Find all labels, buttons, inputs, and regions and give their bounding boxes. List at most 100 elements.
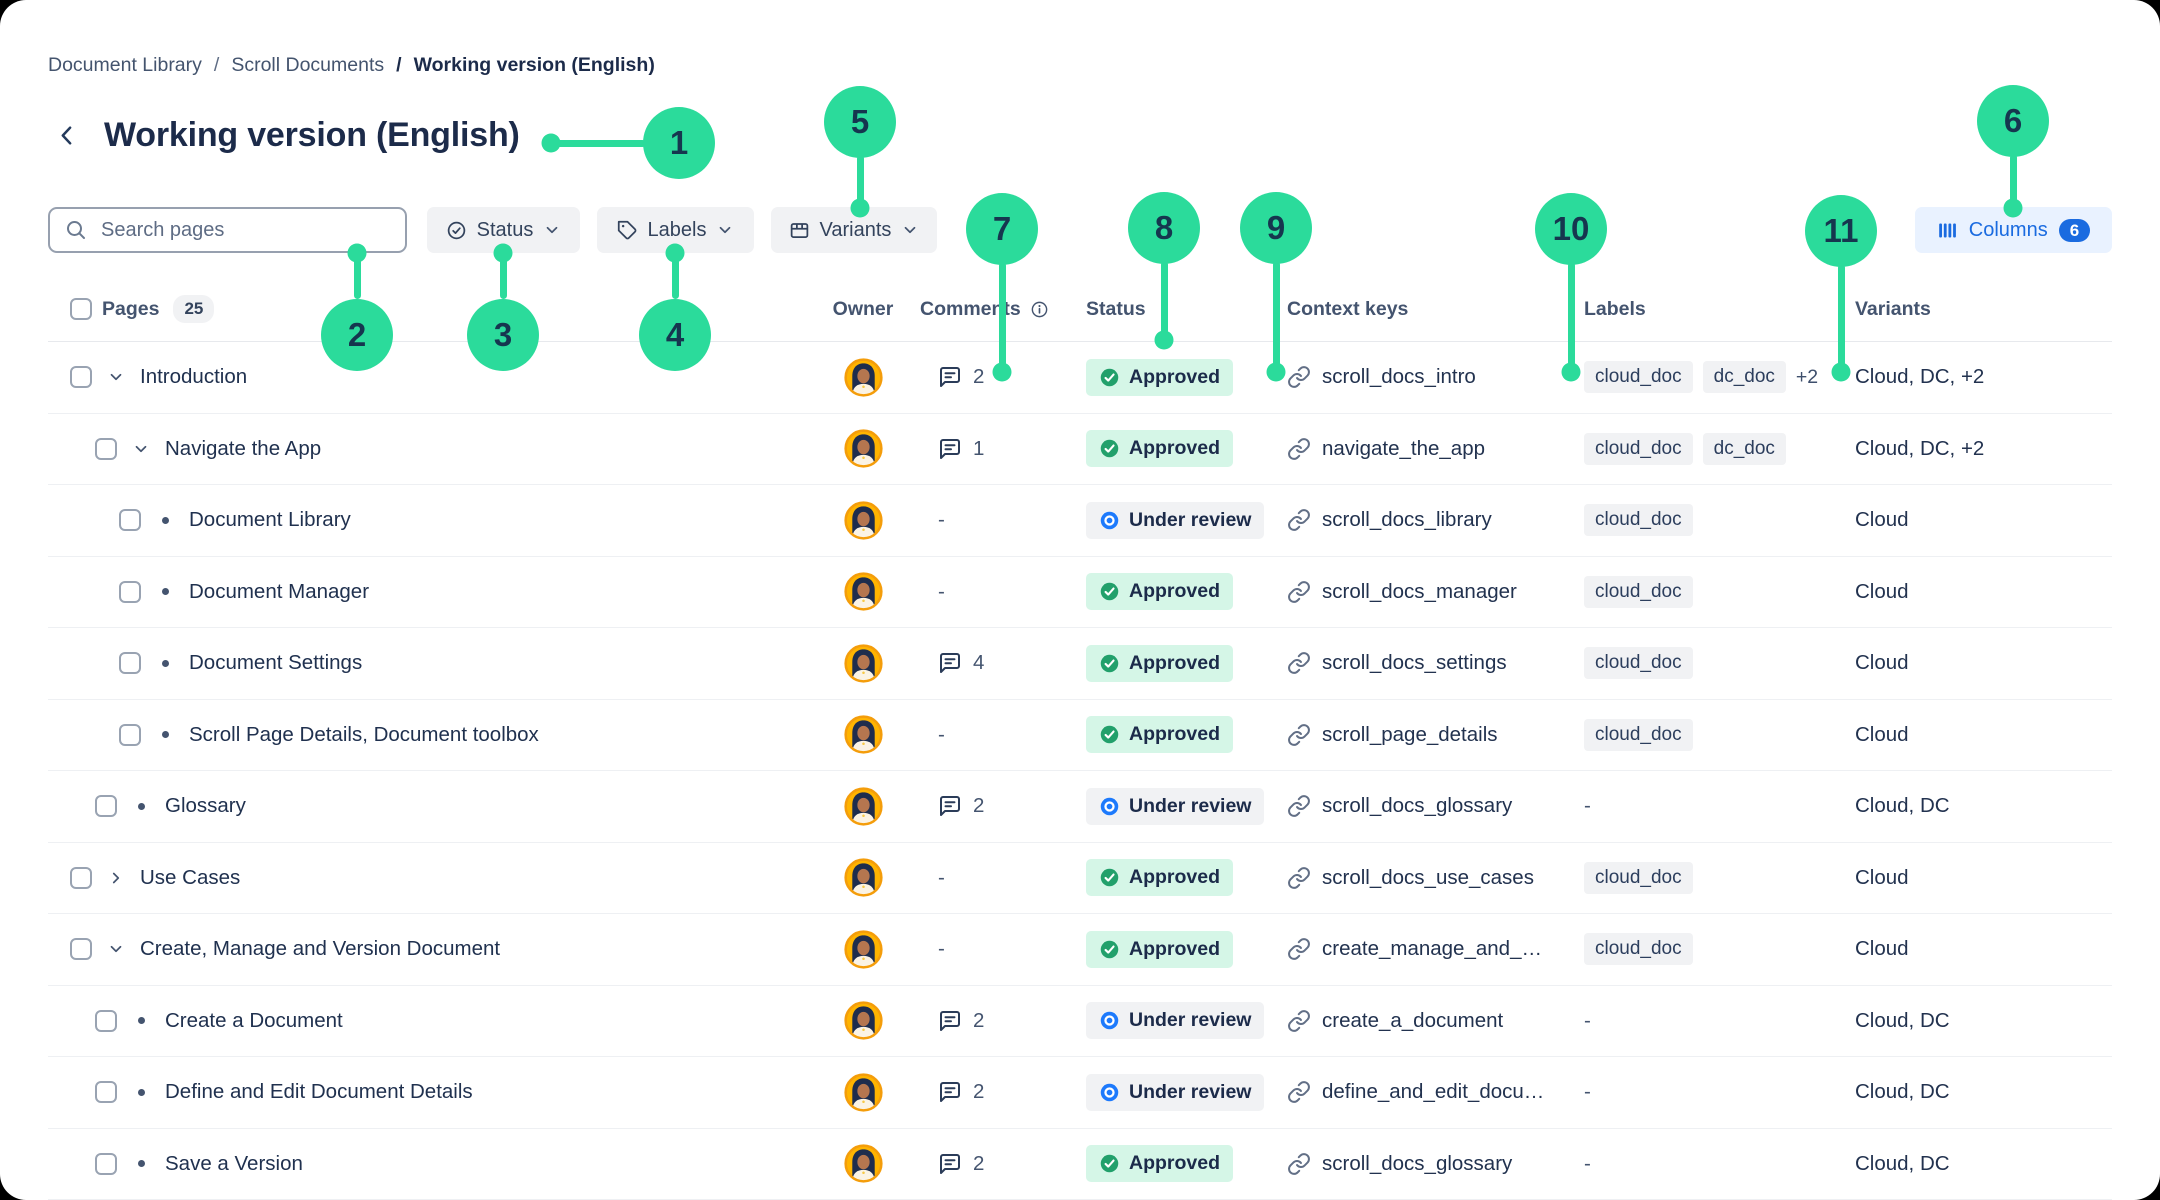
avatar[interactable] xyxy=(844,1001,883,1040)
table-row[interactable]: Navigate the App 1 Approved navigate_the… xyxy=(48,414,2112,486)
context-key[interactable]: scroll_docs_glossary xyxy=(1322,1152,1512,1176)
row-checkbox[interactable] xyxy=(119,509,141,531)
page-link[interactable]: Document Settings xyxy=(189,651,362,675)
context-key[interactable]: scroll_page_details xyxy=(1322,723,1498,747)
page-link[interactable]: Introduction xyxy=(140,365,247,389)
label-chip[interactable]: cloud_doc xyxy=(1584,504,1693,536)
row-checkbox[interactable] xyxy=(70,366,92,388)
table-row[interactable]: Document Manager - Approved scroll_docs_… xyxy=(48,557,2112,629)
context-key[interactable]: create_a_document xyxy=(1322,1009,1503,1033)
status-badge: Approved xyxy=(1086,359,1233,396)
page-link[interactable]: Define and Edit Document Details xyxy=(165,1080,473,1104)
status-label: Under review xyxy=(1129,795,1251,818)
comment-count: 4 xyxy=(973,651,984,675)
comment-icon[interactable] xyxy=(938,794,962,818)
page-name-cell: Introduction xyxy=(48,365,828,389)
table-row[interactable]: Create a Document 2 Under review create_… xyxy=(48,986,2112,1058)
page-link[interactable]: Document Library xyxy=(189,508,351,532)
label-chip[interactable]: cloud_doc xyxy=(1584,647,1693,679)
avatar[interactable] xyxy=(844,572,883,611)
avatar[interactable] xyxy=(844,358,883,397)
breadcrumb-scroll-documents[interactable]: Scroll Documents xyxy=(231,54,384,77)
table-row[interactable]: Define and Edit Document Details 2 Under… xyxy=(48,1057,2112,1129)
label-chip[interactable]: dc_doc xyxy=(1703,433,1786,465)
avatar[interactable] xyxy=(844,1144,883,1183)
label-chip[interactable]: dc_doc xyxy=(1703,361,1786,393)
annotation-line-7 xyxy=(999,262,1006,372)
variants-filter-label: Variants xyxy=(820,219,892,242)
avatar[interactable] xyxy=(844,429,883,468)
avatar[interactable] xyxy=(844,644,883,683)
table-row[interactable]: Use Cases - Approved scroll_docs_use_cas… xyxy=(48,843,2112,915)
avatar[interactable] xyxy=(844,1073,883,1112)
chevron-down-icon[interactable] xyxy=(129,437,153,461)
comment-icon[interactable] xyxy=(938,1009,962,1033)
table-row[interactable]: Scroll Page Details, Document toolbox - … xyxy=(48,700,2112,772)
avatar[interactable] xyxy=(844,715,883,754)
annotation-dot-2 xyxy=(348,244,367,263)
row-checkbox[interactable] xyxy=(119,724,141,746)
breadcrumb-document-library[interactable]: Document Library xyxy=(48,54,202,77)
page-link[interactable]: Navigate the App xyxy=(165,437,321,461)
chevron-right-icon[interactable] xyxy=(104,866,128,890)
row-checkbox[interactable] xyxy=(119,581,141,603)
context-key[interactable]: scroll_docs_manager xyxy=(1322,580,1517,604)
context-key[interactable]: scroll_docs_use_cases xyxy=(1322,866,1534,890)
avatar[interactable] xyxy=(844,787,883,826)
context-key[interactable]: scroll_docs_glossary xyxy=(1322,794,1512,818)
row-checkbox[interactable] xyxy=(70,867,92,889)
row-checkbox[interactable] xyxy=(119,652,141,674)
avatar[interactable] xyxy=(844,501,883,540)
table-row[interactable]: Glossary 2 Under review scroll_docs_glos… xyxy=(48,771,2112,843)
variants-value: Cloud xyxy=(1855,508,1909,531)
page-link[interactable]: Create, Manage and Version Document xyxy=(140,937,500,961)
page-link[interactable]: Create a Document xyxy=(165,1009,343,1033)
context-key[interactable]: scroll_docs_intro xyxy=(1322,365,1476,389)
comment-icon[interactable] xyxy=(938,1152,962,1176)
comment-icon[interactable] xyxy=(938,651,962,675)
table-row[interactable]: Document Library - Under review scroll_d… xyxy=(48,485,2112,557)
label-chip[interactable]: cloud_doc xyxy=(1584,933,1693,965)
label-chip[interactable]: cloud_doc xyxy=(1584,361,1693,393)
label-chip[interactable]: cloud_doc xyxy=(1584,433,1693,465)
page-link[interactable]: Save a Version xyxy=(165,1152,303,1176)
comment-icon[interactable] xyxy=(938,437,962,461)
chevron-left-icon xyxy=(55,123,80,148)
row-checkbox[interactable] xyxy=(70,938,92,960)
row-checkbox[interactable] xyxy=(95,1153,117,1175)
status-cell: Under review xyxy=(1058,502,1263,539)
row-checkbox[interactable] xyxy=(95,1010,117,1032)
comment-icon[interactable] xyxy=(938,365,962,389)
select-all-checkbox[interactable] xyxy=(70,298,92,320)
page-link[interactable]: Scroll Page Details, Document toolbox xyxy=(189,723,539,747)
context-key[interactable]: scroll_docs_settings xyxy=(1322,651,1507,675)
row-checkbox[interactable] xyxy=(95,1081,117,1103)
avatar[interactable] xyxy=(844,930,883,969)
context-key[interactable]: navigate_the_app xyxy=(1322,437,1485,461)
page-link[interactable]: Document Manager xyxy=(189,580,369,604)
comment-icon[interactable] xyxy=(938,1080,962,1104)
label-chip[interactable]: cloud_doc xyxy=(1584,719,1693,751)
page-link[interactable]: Glossary xyxy=(165,794,246,818)
row-checkbox[interactable] xyxy=(95,438,117,460)
search-input[interactable] xyxy=(99,218,391,243)
row-checkbox[interactable] xyxy=(95,795,117,817)
avatar[interactable] xyxy=(844,858,883,897)
page-link[interactable]: Use Cases xyxy=(140,866,240,890)
chevron-down-icon[interactable] xyxy=(104,937,128,961)
back-button[interactable] xyxy=(50,119,84,153)
label-chip[interactable]: cloud_doc xyxy=(1584,576,1693,608)
info-icon[interactable] xyxy=(1030,300,1049,319)
table-row[interactable]: Save a Version 2 Approved scroll_docs_gl… xyxy=(48,1129,2112,1200)
label-chip[interactable]: cloud_doc xyxy=(1584,862,1693,894)
chevron-down-icon[interactable] xyxy=(104,365,128,389)
status-cell: Approved xyxy=(1058,859,1263,896)
annotation-dot-4 xyxy=(666,244,685,263)
status-badge: Approved xyxy=(1086,1145,1233,1182)
context-key[interactable]: scroll_docs_library xyxy=(1322,508,1492,532)
table-row[interactable]: Document Settings 4 Approved scroll_docs… xyxy=(48,628,2112,700)
table-row[interactable]: Create, Manage and Version Document - Ap… xyxy=(48,914,2112,986)
status-cell: Approved xyxy=(1058,645,1263,682)
context-key[interactable]: create_manage_and_… xyxy=(1322,937,1542,961)
context-key[interactable]: define_and_edit_docu… xyxy=(1322,1080,1544,1104)
